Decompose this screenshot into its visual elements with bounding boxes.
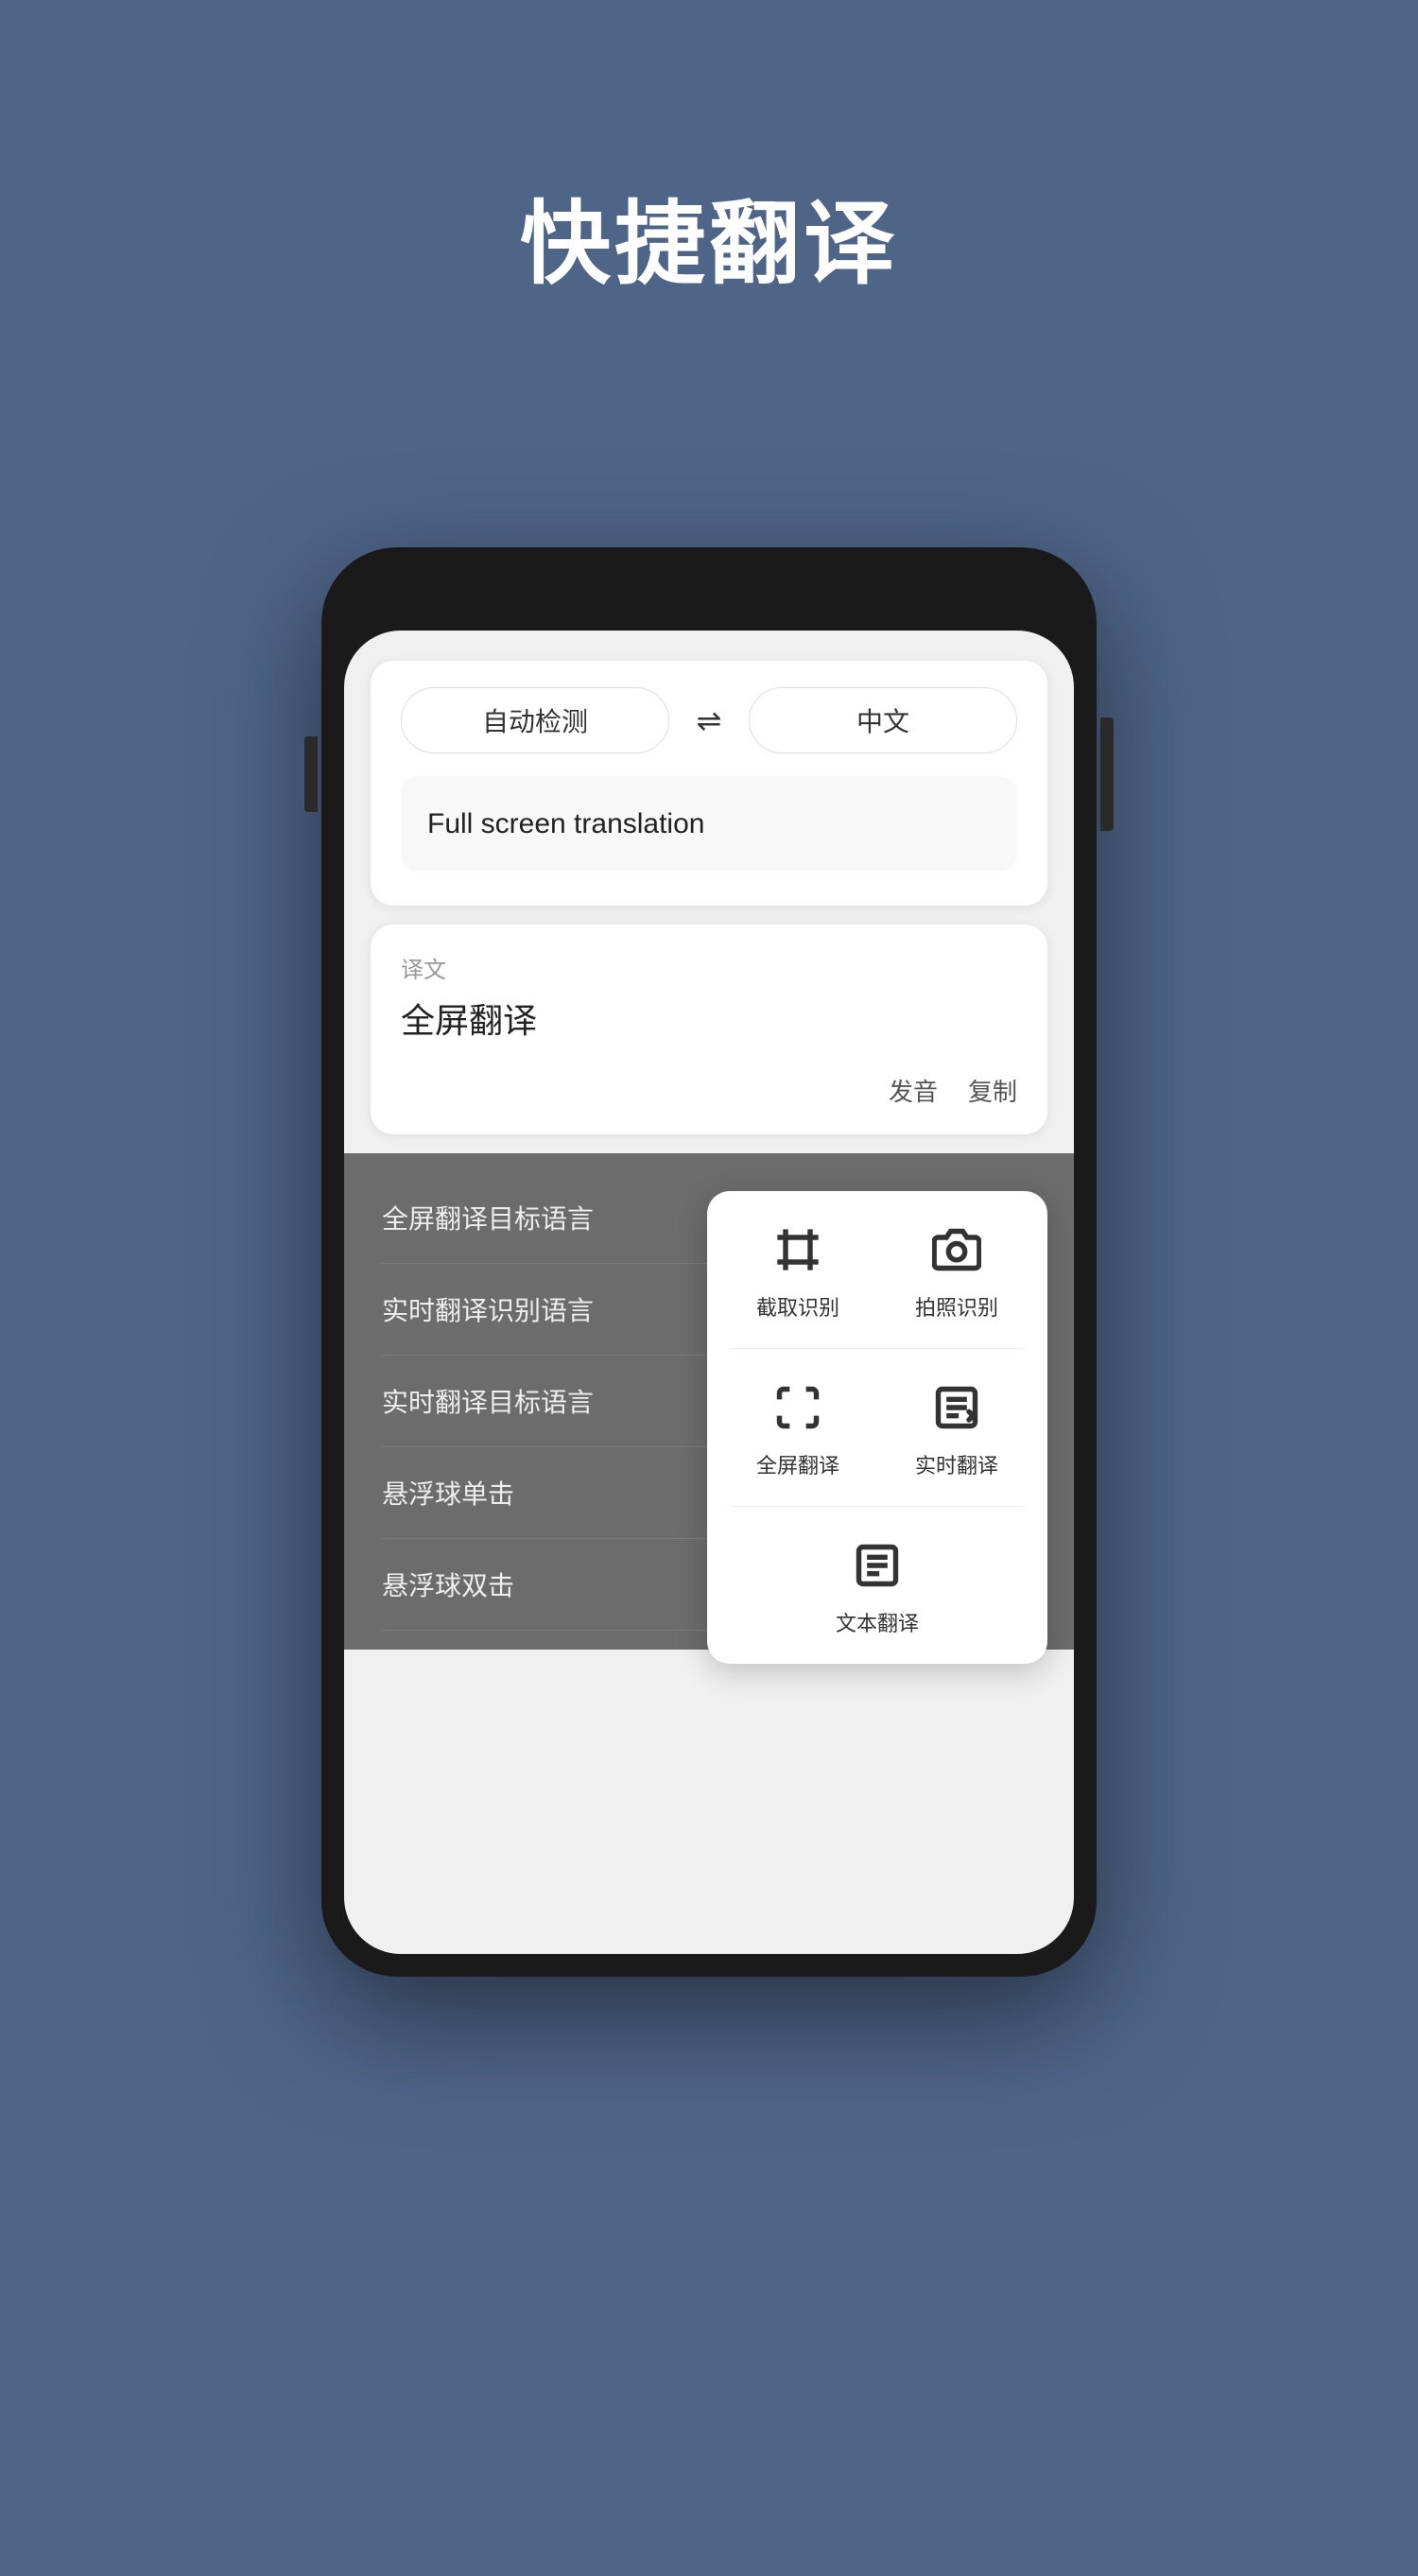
phone-top-bar bbox=[344, 570, 1074, 627]
phone-side-button-left bbox=[304, 736, 318, 812]
quick-actions-grid: 截取识别 拍照识别 bbox=[730, 1218, 1025, 1637]
target-language-button[interactable]: 中文 bbox=[749, 687, 1017, 753]
input-text: Full screen translation bbox=[427, 803, 991, 845]
qa-item-fullscreen[interactable]: 全屏翻译 bbox=[730, 1375, 866, 1479]
qa-label-fullscreen: 全屏翻译 bbox=[756, 1449, 839, 1479]
source-language-button[interactable]: 自动检测 bbox=[401, 687, 669, 753]
language-selector-row: 自动检测 ⇌ 中文 bbox=[401, 687, 1017, 753]
phone-mockup: 自动检测 ⇌ 中文 Full screen translation 译文 全屏翻… bbox=[321, 547, 1097, 1977]
copy-button[interactable]: 复制 bbox=[968, 1073, 1017, 1108]
phone-screen: 自动检测 ⇌ 中文 Full screen translation 译文 全屏翻… bbox=[344, 631, 1074, 1954]
input-area[interactable]: Full screen translation bbox=[401, 776, 1017, 872]
qa-label-capture: 截取识别 bbox=[756, 1291, 839, 1322]
qa-item-photo[interactable]: 拍照识别 bbox=[889, 1218, 1025, 1322]
qa-label-photo: 拍照识别 bbox=[915, 1291, 998, 1322]
page-title: 快捷翻译 bbox=[520, 170, 898, 302]
camera-icon bbox=[925, 1218, 989, 1282]
phone-side-button-right bbox=[1100, 717, 1114, 831]
fullscreen-icon bbox=[766, 1375, 830, 1440]
result-card: 译文 全屏翻译 发音 复制 bbox=[371, 925, 1047, 1134]
qa-divider-1 bbox=[730, 1348, 1025, 1349]
camera-notch bbox=[624, 574, 794, 608]
setting-label-float-single: 悬浮球单击 bbox=[382, 1474, 514, 1512]
quick-actions-popup: 截取识别 拍照识别 bbox=[707, 1191, 1047, 1664]
result-label: 译文 bbox=[401, 951, 1017, 984]
setting-label-realtime-source: 实时翻译识别语言 bbox=[382, 1290, 594, 1328]
qa-item-capture[interactable]: 截取识别 bbox=[730, 1218, 866, 1322]
speak-button[interactable]: 发音 bbox=[889, 1073, 938, 1108]
settings-area: 全屏翻译目标语言 中文 > 实时翻译识别语言 实时翻译目标语言 悬浮球单击 功能… bbox=[344, 1153, 1074, 1650]
qa-label-realtime: 实时翻译 bbox=[915, 1449, 998, 1479]
setting-label-fullscreen-target: 全屏翻译目标语言 bbox=[382, 1199, 594, 1236]
result-actions: 发音 复制 bbox=[401, 1073, 1017, 1108]
translator-card: 自动检测 ⇌ 中文 Full screen translation bbox=[371, 661, 1047, 906]
qa-item-realtime[interactable]: 实时翻译 bbox=[889, 1375, 1025, 1479]
swap-languages-icon[interactable]: ⇌ bbox=[681, 702, 737, 738]
text-icon bbox=[845, 1533, 909, 1598]
qa-label-text: 文本翻译 bbox=[836, 1607, 919, 1637]
realtime-icon bbox=[925, 1375, 989, 1440]
qa-divider-2 bbox=[730, 1506, 1025, 1507]
setting-label-float-double: 悬浮球双击 bbox=[382, 1565, 514, 1603]
result-text: 全屏翻译 bbox=[401, 994, 1017, 1043]
crop-icon bbox=[766, 1218, 830, 1282]
qa-item-text[interactable]: 文本翻译 bbox=[730, 1533, 1025, 1637]
setting-label-realtime-target: 实时翻译目标语言 bbox=[382, 1382, 594, 1420]
